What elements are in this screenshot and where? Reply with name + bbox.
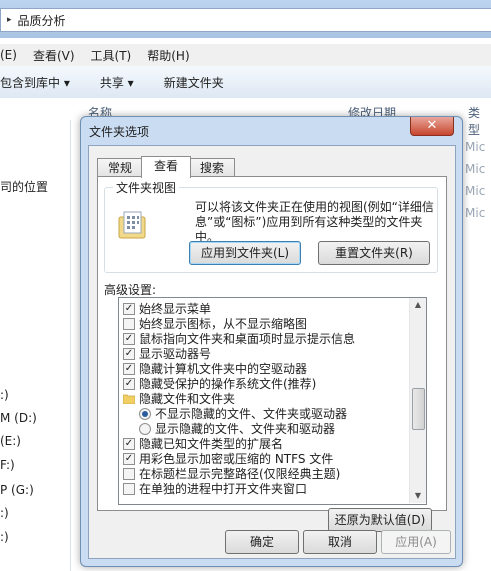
reset-folders-button[interactable]: 重置文件夹(R) — [318, 241, 430, 265]
checkbox-checked[interactable]: ✓ — [123, 333, 135, 345]
new-folder-button[interactable]: 新建文件夹 — [164, 74, 224, 91]
checkbox-unchecked[interactable] — [123, 468, 135, 480]
file-list: Mic Mic Mic Mic — [465, 140, 485, 228]
advanced-settings-list[interactable]: ✓ 始终显示菜单 始终显示图标，从不显示缩略图 ✓ 鼠标指向文件夹和桌面项时显示… — [118, 297, 427, 505]
share-button[interactable]: 共享 ▾ — [100, 74, 134, 91]
breadcrumb-arrow-icon[interactable]: ▸ — [7, 15, 12, 25]
view-tab-panel: 文件夹视图 可以将该文件夹正在使用的视图(例如“详细信息”或“图标”)应用到所有… — [97, 176, 447, 532]
nav-item[interactable]: M (D:) — [0, 411, 37, 425]
apply-to-folders-button[interactable]: 应用到文件夹(L) — [189, 241, 301, 265]
tab-search[interactable]: 搜索 — [189, 158, 235, 177]
address-bar[interactable]: ▸ 品质分析 — [0, 8, 491, 32]
scroll-thumb[interactable] — [412, 388, 425, 430]
nav-item[interactable]: :) — [0, 506, 9, 520]
setting-row[interactable]: ✓ 隐藏已知文件类型的扩展名 — [123, 437, 283, 451]
setting-row[interactable]: 显示隐藏的文件、文件夹和驱动器 — [139, 422, 335, 436]
close-button[interactable]: ✕ — [410, 117, 454, 136]
setting-group-row: 隐藏文件和文件夹 — [123, 392, 235, 406]
breadcrumb-item[interactable]: 品质分析 — [18, 12, 66, 29]
checkbox-checked[interactable]: ✓ — [123, 348, 135, 360]
radio-unselected[interactable] — [139, 423, 151, 435]
nav-item[interactable]: F:) — [0, 458, 15, 472]
explorer-titlebar: ▸ 品质分析 — [0, 0, 491, 38]
file-type-cell[interactable]: Mic — [465, 162, 485, 184]
setting-row[interactable]: ✓ 显示驱动器号 — [123, 347, 211, 361]
folder-options-dialog: 文件夹选项 ✕ 常规 查看 搜索 文件夹视图 可以将该文件夹正在使用的视图(例如… — [80, 116, 463, 567]
checkbox-checked[interactable]: ✓ — [123, 378, 135, 390]
setting-row[interactable]: 在单独的进程中打开文件夹窗口 — [123, 482, 307, 496]
dialog-title: 文件夹选项 — [89, 125, 150, 139]
tab-view[interactable]: 查看 — [141, 156, 191, 178]
setting-row[interactable]: 不显示隐藏的文件、文件夹或驱动器 — [139, 407, 347, 421]
checkbox-unchecked[interactable] — [123, 318, 135, 330]
nav-item[interactable]: :) — [0, 388, 9, 402]
folder-view-icon — [118, 211, 146, 239]
checkbox-checked[interactable]: ✓ — [123, 363, 135, 375]
file-type-cell[interactable]: Mic — [465, 206, 485, 228]
file-type-cell[interactable]: Mic — [465, 140, 485, 162]
tab-general[interactable]: 常规 — [97, 158, 143, 177]
setting-row[interactable]: ✓ 隐藏受保护的操作系统文件(推荐) — [123, 377, 316, 391]
dialog-client: 常规 查看 搜索 文件夹视图 可以将该文件夹正在使用的视图(例如“详细信息”或“… — [88, 145, 456, 559]
setting-row[interactable]: 始终显示图标，从不显示缩略图 — [123, 317, 307, 331]
settings-scrollbar[interactable]: ▲ ▼ — [409, 298, 426, 503]
cancel-button[interactable]: 取消 — [303, 530, 377, 554]
setting-row[interactable]: ✓ 始终显示菜单 — [123, 302, 211, 316]
menu-edit[interactable]: (E) — [0, 48, 17, 62]
checkbox-unchecked[interactable] — [123, 483, 135, 495]
scroll-down-icon[interactable]: ▼ — [410, 489, 426, 503]
folder-view-group: 文件夹视图 可以将该文件夹正在使用的视图(例如“详细信息”或“图标”)应用到所有… — [104, 179, 438, 273]
advanced-settings-label: 高级设置: — [104, 283, 157, 297]
checkbox-checked[interactable]: ✓ — [123, 453, 135, 465]
setting-row[interactable]: ✓ 隐藏计算机文件夹中的空驱动器 — [123, 362, 307, 376]
ok-button[interactable]: 确定 — [225, 530, 299, 554]
nav-item[interactable]: P (G:) — [0, 483, 34, 497]
setting-row[interactable]: ✓ 鼠标指向文件夹和桌面项时显示提示信息 — [123, 332, 355, 346]
nav-item[interactable]: 司的位置 — [0, 178, 48, 195]
folder-view-description: 可以将该文件夹正在使用的视图(例如“详细信息”或“图标”)应用到所有这种类型的文… — [195, 200, 434, 244]
folder-icon — [123, 394, 135, 404]
nav-item[interactable]: (E:) — [0, 434, 21, 448]
apply-button[interactable]: 应用(A) — [381, 530, 451, 554]
radio-selected[interactable] — [139, 408, 151, 420]
nav-item[interactable]: :) — [0, 530, 9, 544]
setting-row[interactable]: ✓ 用彩色显示加密或压缩的 NTFS 文件 — [123, 452, 333, 466]
checkbox-checked[interactable]: ✓ — [123, 303, 135, 315]
menu-tools[interactable]: 工具(T) — [91, 47, 132, 64]
include-in-library-button[interactable]: 包含到库中 ▾ — [0, 74, 70, 91]
command-bar: 包含到库中 ▾ 共享 ▾ 新建文件夹 — [0, 66, 491, 99]
checkbox-checked[interactable]: ✓ — [123, 438, 135, 450]
file-type-cell[interactable]: Mic — [465, 184, 485, 206]
column-type[interactable]: 类型 — [468, 104, 491, 138]
menu-view[interactable]: 查看(V) — [33, 47, 75, 64]
setting-row[interactable]: 在标题栏显示完整路径(仅限经典主题) — [123, 467, 340, 481]
navigation-pane: 司的位置 :) M (D:) (E:) F:) P (G:) :) :) — [0, 98, 71, 571]
folder-view-label: 文件夹视图 — [113, 179, 180, 196]
menu-bar: (E) 查看(V) 工具(T) 帮助(H) — [0, 44, 491, 66]
scroll-up-icon[interactable]: ▲ — [410, 298, 426, 312]
menu-help[interactable]: 帮助(H) — [147, 47, 189, 64]
restore-defaults-button[interactable]: 还原为默认值(D) — [328, 508, 432, 532]
